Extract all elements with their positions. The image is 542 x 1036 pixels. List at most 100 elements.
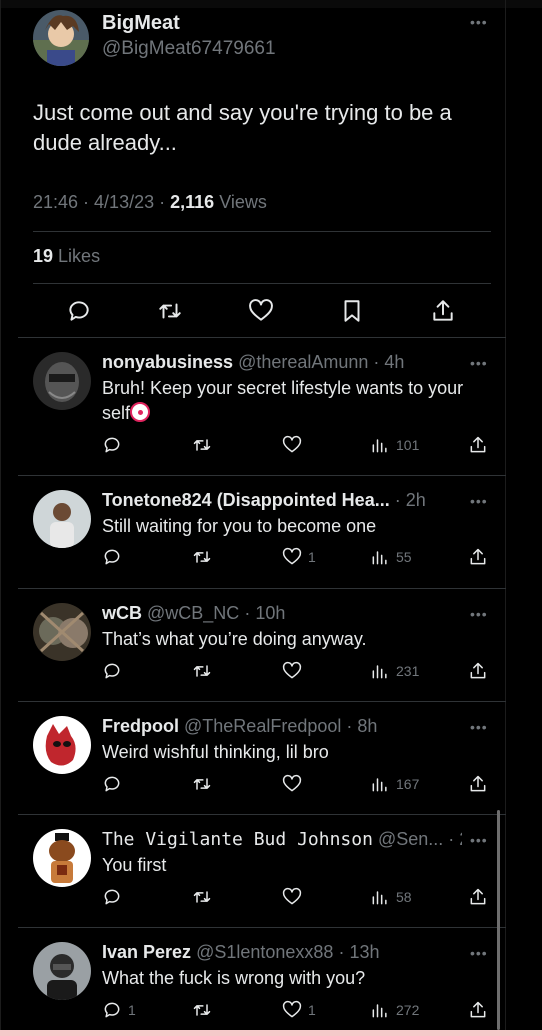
- reply-time[interactable]: 10h: [255, 603, 285, 623]
- frame-line-right: [505, 0, 506, 1036]
- reply-time[interactable]: 2h: [459, 829, 462, 849]
- retweet-button[interactable]: [192, 887, 212, 907]
- reply-author-handle[interactable]: @therealAmunn: [238, 352, 368, 372]
- reply-actions: 58: [102, 887, 492, 909]
- retweet-button[interactable]: [192, 435, 212, 455]
- share-icon[interactable]: [430, 298, 456, 324]
- retweet-button[interactable]: [192, 547, 212, 567]
- avatar[interactable]: [33, 829, 91, 887]
- retweet-icon: [193, 439, 211, 451]
- separator: ·: [154, 192, 171, 212]
- reply-author-name[interactable]: Fredpool: [102, 716, 179, 736]
- views-button[interactable]: 58: [370, 887, 412, 907]
- share-button[interactable]: [468, 435, 488, 455]
- tweet-date[interactable]: 4/13/23: [94, 192, 154, 212]
- reply-author-name[interactable]: The Vigilante Bud Johnson: [102, 829, 373, 850]
- more-options-icon[interactable]: •••: [470, 14, 488, 30]
- more-options-icon[interactable]: •••: [470, 945, 488, 961]
- reply-author-name[interactable]: Ivan Perez: [102, 942, 191, 962]
- more-options-icon[interactable]: •••: [470, 355, 488, 371]
- share-button[interactable]: [468, 661, 488, 681]
- reply-author-handle[interactable]: @S1lentonexx88: [196, 942, 333, 962]
- like-button[interactable]: [282, 887, 308, 907]
- view-count: 272: [396, 1002, 420, 1018]
- like-button[interactable]: 1: [282, 547, 316, 567]
- separator: ·: [341, 716, 358, 736]
- reply-time[interactable]: 13h: [349, 942, 379, 962]
- reply-button[interactable]: [102, 887, 128, 907]
- reply-header: wCB @wCB_NC · 10h: [102, 603, 462, 624]
- share-button[interactable]: [468, 774, 488, 794]
- reply-button[interactable]: [102, 547, 128, 567]
- share-icon: [470, 548, 486, 565]
- reply-button[interactable]: [102, 435, 128, 455]
- retweet-icon[interactable]: [157, 298, 183, 324]
- views-button[interactable]: 272: [370, 1000, 419, 1020]
- reply-time[interactable]: 2h: [406, 490, 426, 510]
- reply-author-handle[interactable]: @wCB_NC: [147, 603, 239, 623]
- divider: [33, 283, 491, 284]
- reply-actions: 101: [102, 435, 492, 457]
- views-button[interactable]: 231: [370, 661, 419, 681]
- like-button[interactable]: 1: [282, 1000, 316, 1020]
- view-count: 101: [396, 437, 420, 453]
- retweet-icon: [193, 665, 211, 677]
- top-strip: [0, 0, 542, 8]
- more-options-icon[interactable]: •••: [470, 832, 488, 848]
- reply-text: Bruh! Keep your secret lifestyle wants t…: [102, 376, 472, 426]
- more-options-icon[interactable]: •••: [470, 606, 488, 622]
- reply-author-name[interactable]: Tonetone824 (Disappointed Hea...: [102, 490, 390, 510]
- views-button[interactable]: 167: [370, 774, 419, 794]
- like-button[interactable]: [282, 661, 308, 681]
- reply-author-handle[interactable]: @Sen...: [378, 829, 443, 849]
- views-chart-icon: [372, 891, 387, 905]
- clown-face-icon: [130, 402, 151, 422]
- reply-author-name[interactable]: wCB: [102, 603, 142, 623]
- share-button[interactable]: [468, 547, 488, 567]
- views-chart-icon: [372, 778, 387, 792]
- avatar[interactable]: [33, 352, 91, 410]
- reply-author-handle[interactable]: @TheRealFredpool: [184, 716, 341, 736]
- avatar[interactable]: [33, 942, 91, 1000]
- reply-author-name[interactable]: nonyabusiness: [102, 352, 233, 372]
- likes-label: Likes: [58, 246, 101, 266]
- retweet-button[interactable]: [192, 661, 212, 681]
- reply-button[interactable]: 1: [102, 1000, 136, 1020]
- retweet-button[interactable]: [192, 1000, 212, 1020]
- like-icon[interactable]: [248, 298, 274, 324]
- avatar[interactable]: [33, 490, 91, 548]
- view-count: 167: [396, 776, 420, 792]
- views-button[interactable]: 101: [370, 435, 419, 455]
- avatar[interactable]: [33, 716, 91, 774]
- reply-icon: [104, 549, 120, 565]
- avatar[interactable]: [33, 10, 89, 66]
- like-button[interactable]: [282, 774, 308, 794]
- author-handle[interactable]: @BigMeat67479661: [102, 38, 276, 60]
- retweet-button[interactable]: [192, 774, 212, 794]
- reply-text: What the fuck is wrong with you?: [102, 968, 366, 988]
- more-options-icon[interactable]: •••: [470, 493, 488, 509]
- tweet-time[interactable]: 21:46: [33, 192, 78, 212]
- separator: ·: [239, 603, 256, 623]
- author-name[interactable]: BigMeat: [102, 12, 180, 35]
- more-options-icon[interactable]: •••: [470, 719, 488, 735]
- reply-button[interactable]: [102, 774, 128, 794]
- bookmark-icon[interactable]: [339, 298, 365, 324]
- scrollbar[interactable]: [497, 810, 500, 1030]
- share-button[interactable]: [468, 1000, 488, 1020]
- reply-time[interactable]: 8h: [357, 716, 377, 736]
- like-button[interactable]: [282, 435, 308, 455]
- avatar[interactable]: [33, 603, 91, 661]
- reply-header: Fredpool @TheRealFredpool · 8h: [102, 716, 462, 737]
- share-icon: [470, 888, 486, 905]
- reply-time[interactable]: 4h: [384, 352, 404, 372]
- divider: [18, 475, 506, 476]
- view-count: 58: [396, 889, 412, 905]
- views-chart-icon: [372, 551, 387, 565]
- reply-button[interactable]: [102, 661, 128, 681]
- share-button[interactable]: [468, 887, 488, 907]
- reply-icon[interactable]: [66, 298, 92, 324]
- likes-stat[interactable]: 19 Likes: [33, 246, 100, 267]
- divider: [18, 337, 506, 338]
- views-button[interactable]: 55: [370, 547, 412, 567]
